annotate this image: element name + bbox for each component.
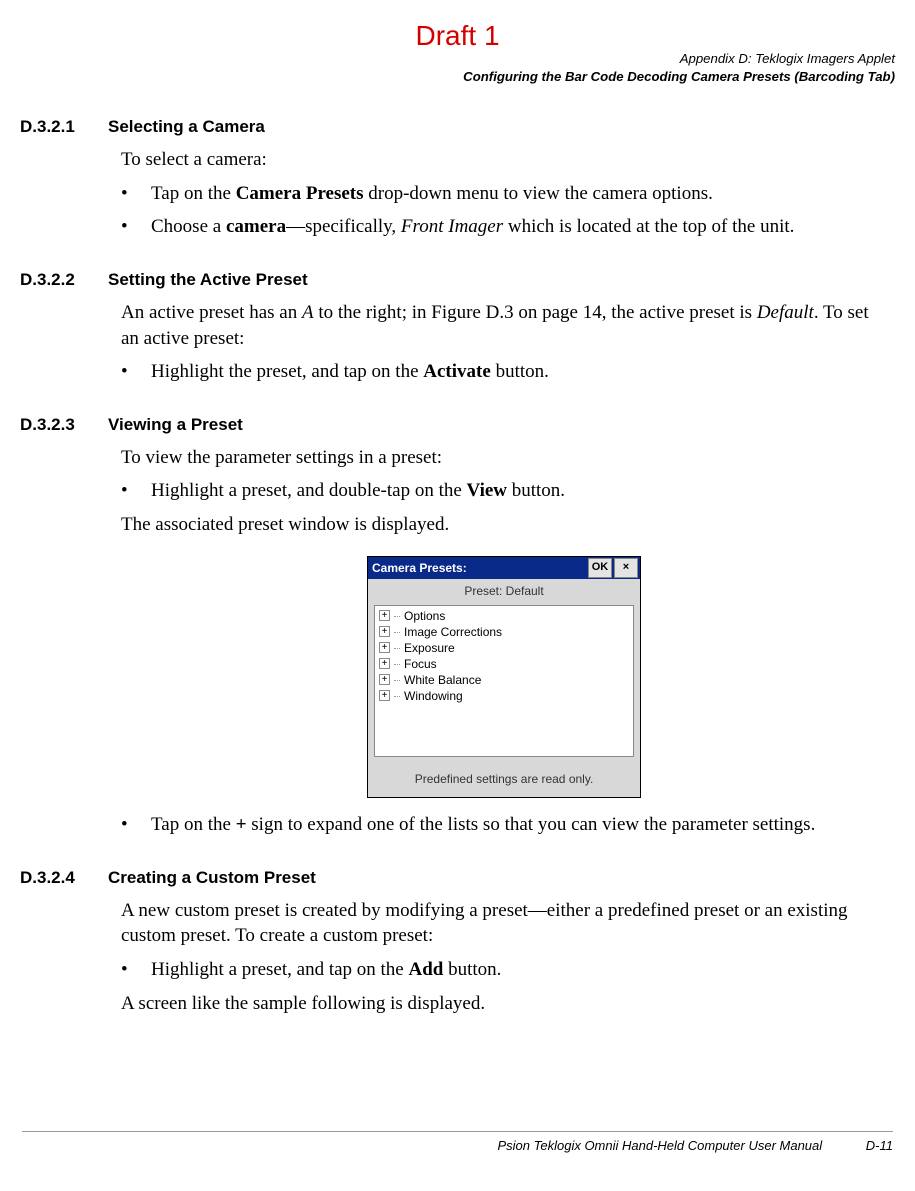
section-number: D.3.2.4 [20, 868, 108, 888]
heading-d3-2-2: D.3.2.2 Setting the Active Preset [20, 270, 895, 290]
bullet-marker: • [121, 181, 151, 207]
tree-item-image-corrections[interactable]: + Image Corrections [377, 624, 631, 640]
heading-d3-2-4: D.3.2.4 Creating a Custom Preset [20, 868, 895, 888]
tree-label: Windowing [404, 688, 463, 704]
camera-presets-window: Camera Presets: OK × Preset: Default + Op… [367, 556, 641, 798]
text-span: —specifically, [286, 216, 401, 237]
bullet-item: • Highlight a preset, and tap on the Add… [121, 957, 887, 983]
bullet-item: • Highlight the preset, and tap on the A… [121, 359, 887, 385]
intro-text: To view the parameter settings in a pres… [121, 445, 887, 471]
text-span: button. [507, 480, 565, 501]
footer-text: Psion Teklogix Omnii Hand-Held Computer … [497, 1138, 822, 1153]
text-span: Choose a [151, 216, 226, 237]
page-number: D-11 [866, 1138, 893, 1153]
bold-span: camera [226, 216, 286, 237]
heading-d3-2-1: D.3.2.1 Selecting a Camera [20, 117, 895, 137]
expand-icon[interactable]: + [379, 610, 390, 621]
bold-span: Add [409, 959, 444, 980]
text-span: which is located at the top of the unit. [503, 216, 794, 237]
draft-watermark: Draft 1 [20, 20, 895, 52]
bullet-text: Highlight a preset, and tap on the Add b… [151, 957, 887, 983]
tree-item-exposure[interactable]: + Exposure [377, 640, 631, 656]
text-span: button. [491, 361, 549, 382]
expand-icon[interactable]: + [379, 674, 390, 685]
running-header: Appendix D: Teklogix Imagers Applet Conf… [20, 50, 895, 87]
heading-d3-2-3: D.3.2.3 Viewing a Preset [20, 415, 895, 435]
paragraph: An active preset has an A to the right; … [121, 300, 887, 351]
italic-span: Front Imager [401, 216, 503, 237]
bold-span: + [236, 814, 247, 835]
section-title: Selecting a Camera [108, 117, 265, 137]
bullet-item: • Tap on the Camera Presets drop-down me… [121, 181, 887, 207]
window-title: Camera Presets: [372, 560, 467, 576]
text-span: Highlight a preset, and double-tap on th… [151, 480, 467, 501]
text-span: Highlight the preset, and tap on the [151, 361, 423, 382]
text-span: to the right; in Figure D.3 on page 14, … [314, 302, 757, 323]
bullet-text: Tap on the Camera Presets drop-down menu… [151, 181, 887, 207]
embedded-screenshot: Camera Presets: OK × Preset: Default + Op… [121, 556, 887, 798]
section-title: Setting the Active Preset [108, 270, 308, 290]
bullet-item: • Choose a camera—specifically, Front Im… [121, 214, 887, 240]
intro-text: To select a camera: [121, 147, 887, 173]
expand-icon[interactable]: + [379, 658, 390, 669]
tree-item-focus[interactable]: + Focus [377, 656, 631, 672]
bullet-marker: • [121, 359, 151, 385]
tree-label: Exposure [404, 640, 455, 656]
close-button[interactable]: × [614, 558, 638, 578]
paragraph: The associated preset window is displaye… [121, 512, 887, 538]
text-span: An active preset has an [121, 302, 302, 323]
expand-icon[interactable]: + [379, 626, 390, 637]
tree-label: White Balance [404, 672, 481, 688]
bullet-text: Tap on the + sign to expand one of the l… [151, 812, 887, 838]
section-title: Creating a Custom Preset [108, 868, 316, 888]
paragraph: A screen like the sample following is di… [121, 991, 887, 1017]
text-span: button. [443, 959, 501, 980]
preset-tree[interactable]: + Options + Image Corrections + Exposure + F… [374, 605, 634, 757]
bullet-item: • Tap on the + sign to expand one of the… [121, 812, 887, 838]
preset-label: Preset: Default [368, 579, 640, 605]
bullet-item: • Highlight a preset, and double-tap on … [121, 478, 887, 504]
bullet-marker: • [121, 478, 151, 504]
header-line-2: Configuring the Bar Code Decoding Camera… [20, 68, 895, 86]
tree-item-options[interactable]: + Options [377, 608, 631, 624]
window-titlebar: Camera Presets: OK × [368, 557, 640, 579]
bullet-text: Choose a camera—specifically, Front Imag… [151, 214, 887, 240]
text-span: drop-down menu to view the camera option… [364, 183, 713, 204]
tree-item-windowing[interactable]: + Windowing [377, 688, 631, 704]
expand-icon[interactable]: + [379, 642, 390, 653]
tree-label: Options [404, 608, 445, 624]
section-title: Viewing a Preset [108, 415, 243, 435]
tree-label: Image Corrections [404, 624, 502, 640]
expand-icon[interactable]: + [379, 690, 390, 701]
section-number: D.3.2.2 [20, 270, 108, 290]
bullet-text: Highlight a preset, and double-tap on th… [151, 478, 887, 504]
bullet-marker: • [121, 812, 151, 838]
header-line-1: Appendix D: Teklogix Imagers Applet [20, 50, 895, 68]
text-span: sign to expand one of the lists so that … [247, 814, 816, 835]
tree-item-white-balance[interactable]: + White Balance [377, 672, 631, 688]
text-span: Tap on the [151, 814, 236, 835]
italic-span: A [302, 302, 314, 323]
bullet-text: Highlight the preset, and tap on the Act… [151, 359, 887, 385]
section-number: D.3.2.3 [20, 415, 108, 435]
paragraph: A new custom preset is created by modify… [121, 898, 887, 949]
bold-span: Camera Presets [236, 183, 364, 204]
section-number: D.3.2.1 [20, 117, 108, 137]
ok-button[interactable]: OK [588, 558, 612, 578]
bullet-marker: • [121, 957, 151, 983]
bullet-marker: • [121, 214, 151, 240]
tree-label: Focus [404, 656, 437, 672]
bold-span: View [467, 480, 507, 501]
text-span: Tap on the [151, 183, 236, 204]
bold-span: Activate [423, 361, 491, 382]
page-footer: Psion Teklogix Omnii Hand-Held Computer … [22, 1131, 893, 1153]
status-text: Predefined settings are read only. [368, 763, 640, 797]
text-span: Highlight a preset, and tap on the [151, 959, 409, 980]
italic-span: Default [757, 302, 814, 323]
